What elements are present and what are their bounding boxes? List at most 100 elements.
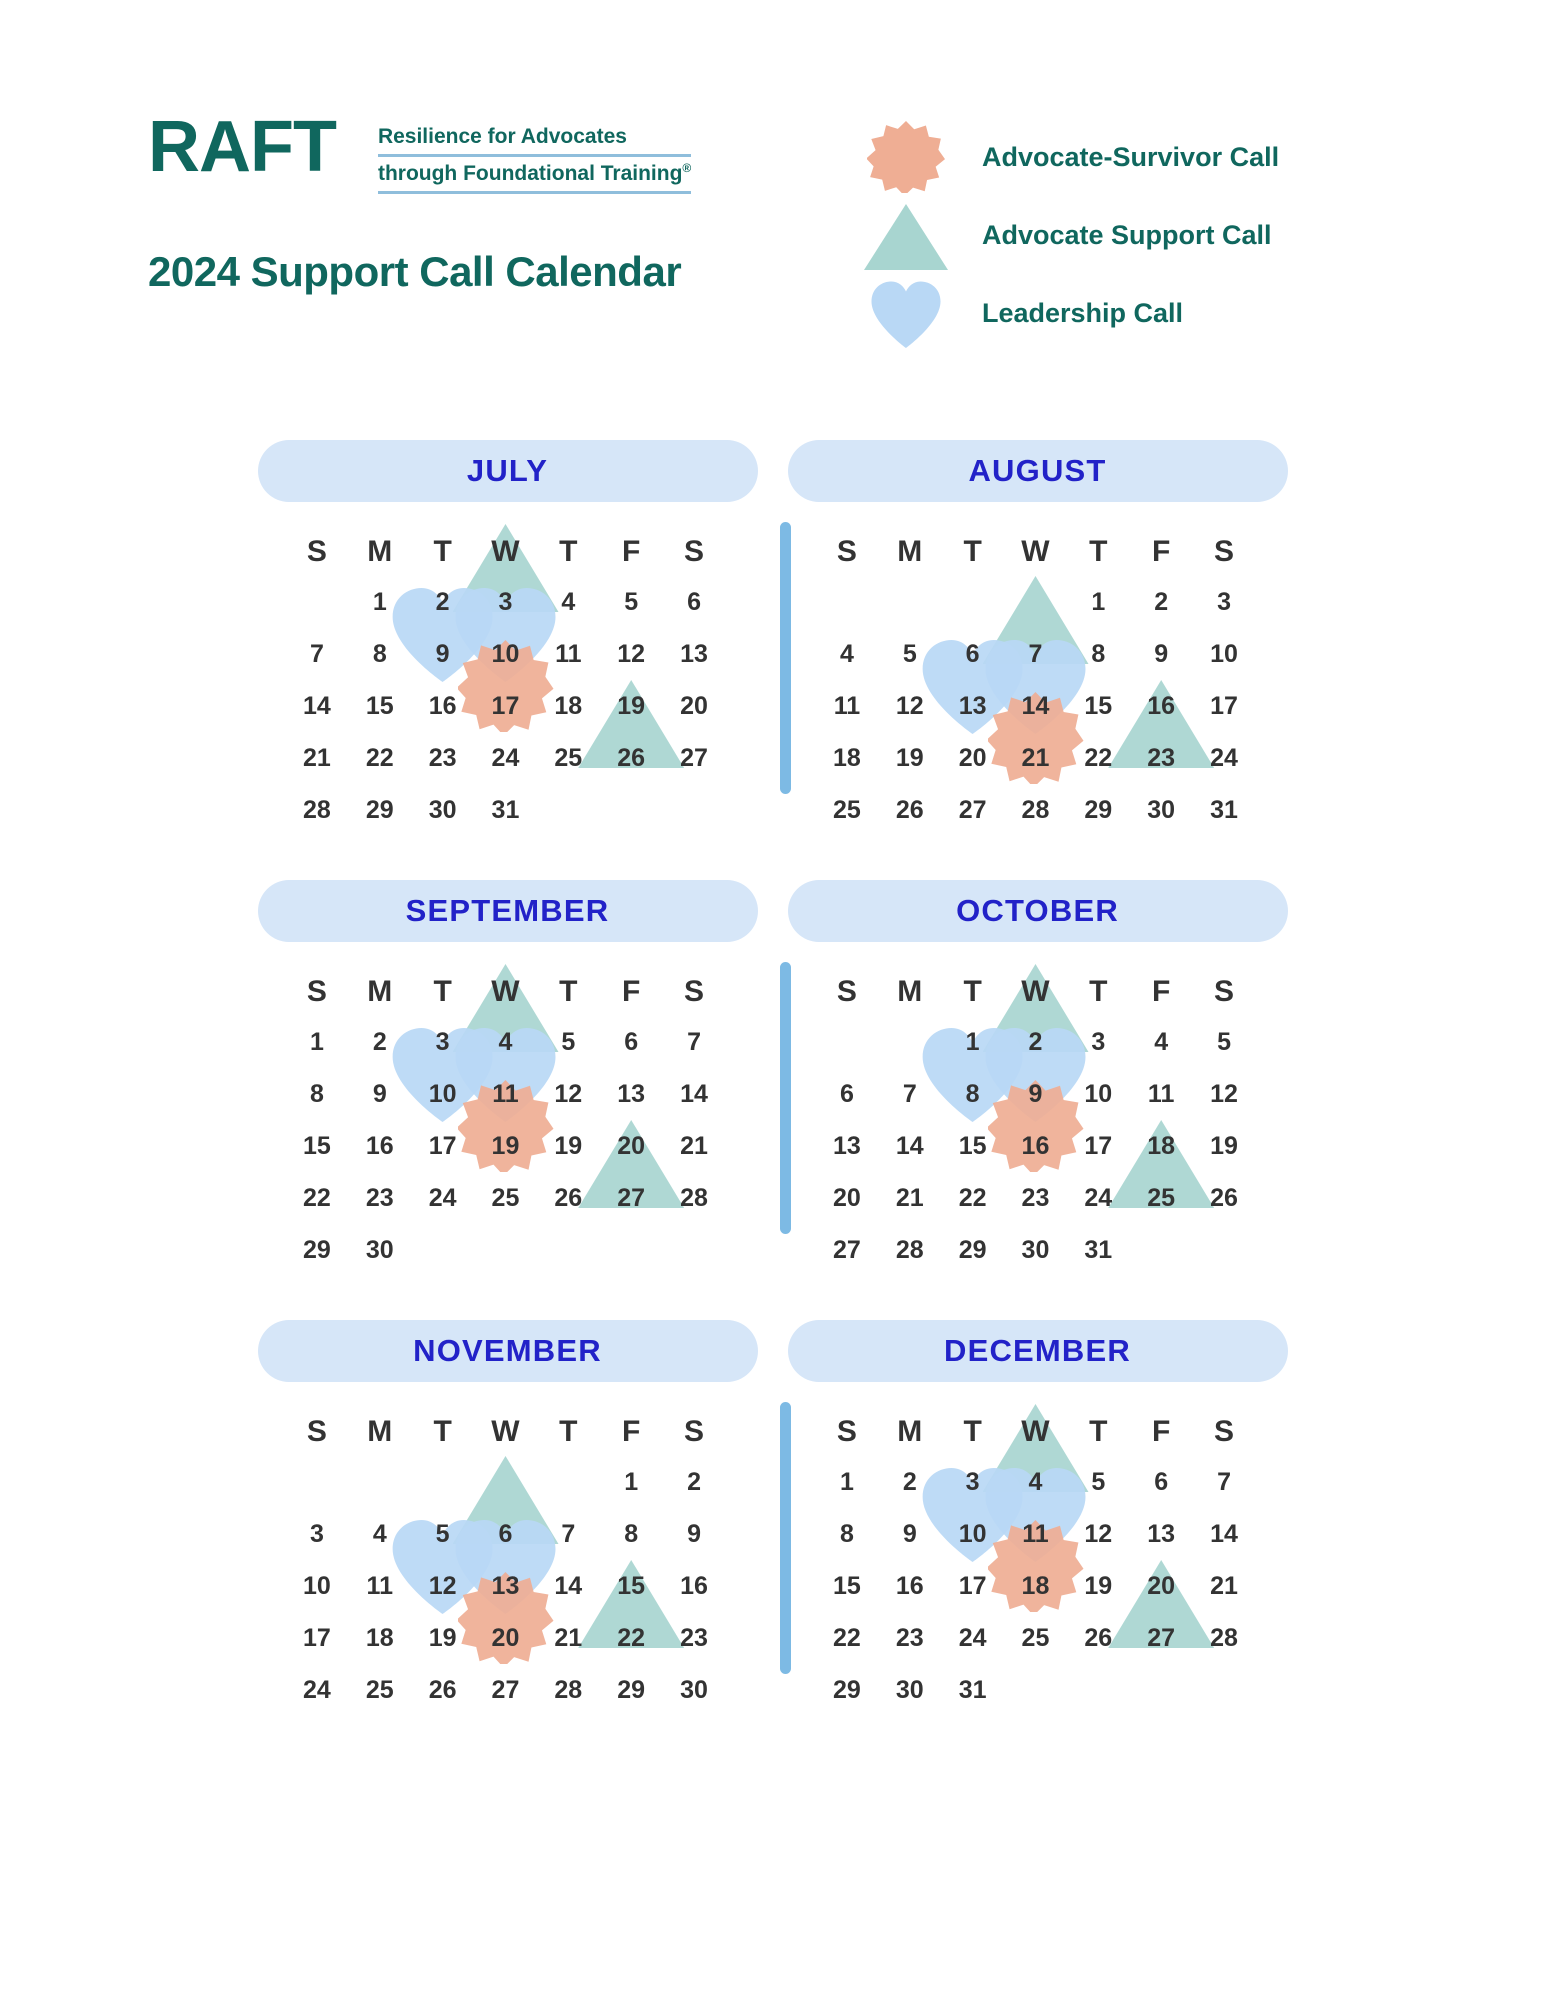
day-cell[interactable]: 26: [537, 1172, 600, 1224]
day-cell[interactable]: 13: [663, 628, 726, 680]
day-cell[interactable]: 30: [348, 1224, 411, 1276]
day-cell[interactable]: 10: [1193, 628, 1256, 680]
day-cell[interactable]: 1: [816, 1456, 879, 1508]
day-cell[interactable]: 26: [1193, 1172, 1256, 1224]
day-cell[interactable]: 13: [600, 1068, 663, 1120]
day-cell[interactable]: 4: [1004, 1456, 1067, 1508]
day-cell[interactable]: 1: [348, 576, 411, 628]
day-cell[interactable]: 8: [941, 1068, 1004, 1120]
day-cell[interactable]: 10: [411, 1068, 474, 1120]
day-cell[interactable]: 3: [474, 576, 537, 628]
day-cell[interactable]: 31: [1067, 1224, 1130, 1276]
day-cell[interactable]: 12: [537, 1068, 600, 1120]
day-cell[interactable]: 9: [348, 1068, 411, 1120]
day-cell[interactable]: 7: [1193, 1456, 1256, 1508]
day-cell[interactable]: 6: [474, 1508, 537, 1560]
day-cell[interactable]: 20: [816, 1172, 879, 1224]
day-cell[interactable]: 1: [1067, 576, 1130, 628]
day-cell[interactable]: 5: [878, 628, 941, 680]
day-cell[interactable]: 29: [1067, 784, 1130, 836]
day-cell[interactable]: 21: [537, 1612, 600, 1664]
day-cell[interactable]: 13: [816, 1120, 879, 1172]
day-cell[interactable]: 25: [348, 1664, 411, 1716]
day-cell[interactable]: 21: [878, 1172, 941, 1224]
day-cell[interactable]: 12: [1067, 1508, 1130, 1560]
day-cell[interactable]: 8: [600, 1508, 663, 1560]
day-cell[interactable]: 3: [1193, 576, 1256, 628]
day-cell[interactable]: 20: [941, 732, 1004, 784]
day-cell[interactable]: 22: [286, 1172, 349, 1224]
day-cell[interactable]: 5: [537, 1016, 600, 1068]
day-cell[interactable]: 17: [411, 1120, 474, 1172]
day-cell[interactable]: 12: [1193, 1068, 1256, 1120]
day-cell[interactable]: 22: [600, 1612, 663, 1664]
day-cell[interactable]: 14: [286, 680, 349, 732]
day-cell[interactable]: 10: [474, 628, 537, 680]
day-cell[interactable]: 7: [663, 1016, 726, 1068]
day-cell[interactable]: 2: [348, 1016, 411, 1068]
day-cell[interactable]: 24: [286, 1664, 349, 1716]
day-cell[interactable]: 2: [411, 576, 474, 628]
day-cell[interactable]: 25: [1004, 1612, 1067, 1664]
day-cell[interactable]: 25: [474, 1172, 537, 1224]
day-cell[interactable]: 26: [600, 732, 663, 784]
day-cell[interactable]: 3: [411, 1016, 474, 1068]
day-cell[interactable]: 28: [1004, 784, 1067, 836]
day-cell[interactable]: 31: [1193, 784, 1256, 836]
day-cell[interactable]: 9: [411, 628, 474, 680]
day-cell[interactable]: 18: [537, 680, 600, 732]
day-cell[interactable]: 30: [878, 1664, 941, 1716]
day-cell[interactable]: 8: [816, 1508, 879, 1560]
day-cell[interactable]: 11: [1130, 1068, 1193, 1120]
day-cell[interactable]: 10: [1067, 1068, 1130, 1120]
day-cell[interactable]: 3: [1067, 1016, 1130, 1068]
day-cell[interactable]: 17: [1067, 1120, 1130, 1172]
day-cell[interactable]: 18: [1130, 1120, 1193, 1172]
day-cell[interactable]: 11: [537, 628, 600, 680]
day-cell[interactable]: 17: [474, 680, 537, 732]
day-cell[interactable]: 28: [1193, 1612, 1256, 1664]
day-cell[interactable]: 6: [816, 1068, 879, 1120]
day-cell[interactable]: 29: [286, 1224, 349, 1276]
day-cell[interactable]: 11: [1004, 1508, 1067, 1560]
day-cell[interactable]: 10: [941, 1508, 1004, 1560]
day-cell[interactable]: 16: [1004, 1120, 1067, 1172]
day-cell[interactable]: 25: [816, 784, 879, 836]
day-cell[interactable]: 13: [474, 1560, 537, 1612]
day-cell[interactable]: 9: [1004, 1068, 1067, 1120]
day-cell[interactable]: 25: [1130, 1172, 1193, 1224]
day-cell[interactable]: 27: [600, 1172, 663, 1224]
day-cell[interactable]: 17: [1193, 680, 1256, 732]
day-cell[interactable]: 22: [348, 732, 411, 784]
day-cell[interactable]: 17: [941, 1560, 1004, 1612]
day-cell[interactable]: 12: [411, 1560, 474, 1612]
day-cell[interactable]: 15: [348, 680, 411, 732]
day-cell[interactable]: 17: [286, 1612, 349, 1664]
day-cell[interactable]: 24: [474, 732, 537, 784]
day-cell[interactable]: 24: [1067, 1172, 1130, 1224]
day-cell[interactable]: 16: [663, 1560, 726, 1612]
day-cell[interactable]: 28: [537, 1664, 600, 1716]
day-cell[interactable]: 9: [663, 1508, 726, 1560]
day-cell[interactable]: 5: [600, 576, 663, 628]
day-cell[interactable]: 23: [1130, 732, 1193, 784]
day-cell[interactable]: 22: [1067, 732, 1130, 784]
day-cell[interactable]: 5: [411, 1508, 474, 1560]
day-cell[interactable]: 4: [1130, 1016, 1193, 1068]
day-cell[interactable]: 1: [600, 1456, 663, 1508]
day-cell[interactable]: 24: [411, 1172, 474, 1224]
day-cell[interactable]: 11: [816, 680, 879, 732]
day-cell[interactable]: 2: [663, 1456, 726, 1508]
day-cell[interactable]: 3: [941, 1456, 1004, 1508]
day-cell[interactable]: 21: [1004, 732, 1067, 784]
day-cell[interactable]: 15: [286, 1120, 349, 1172]
day-cell[interactable]: 8: [348, 628, 411, 680]
day-cell[interactable]: 12: [600, 628, 663, 680]
day-cell[interactable]: 26: [878, 784, 941, 836]
day-cell[interactable]: 18: [1004, 1560, 1067, 1612]
day-cell[interactable]: 14: [878, 1120, 941, 1172]
day-cell[interactable]: 27: [663, 732, 726, 784]
day-cell[interactable]: 24: [941, 1612, 1004, 1664]
day-cell[interactable]: 7: [1004, 628, 1067, 680]
day-cell[interactable]: 14: [1193, 1508, 1256, 1560]
